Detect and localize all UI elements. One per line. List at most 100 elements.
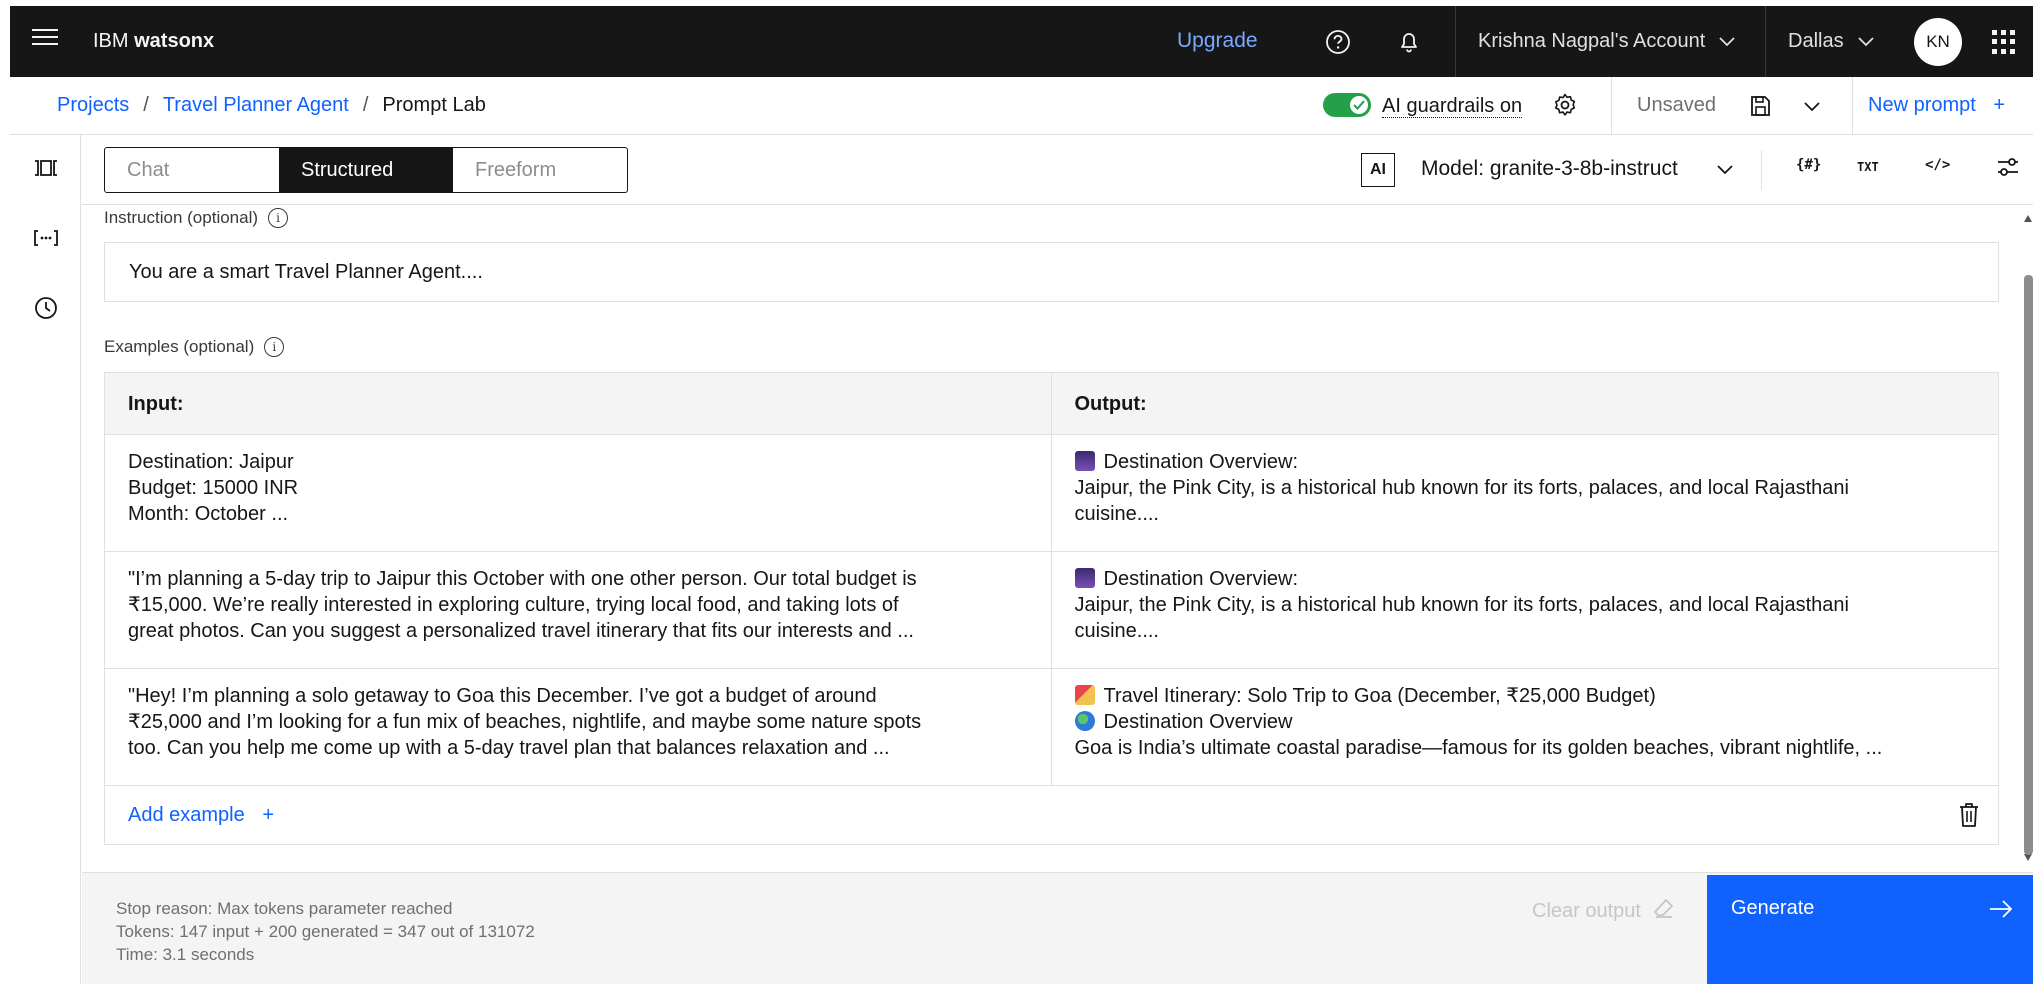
- chevron-down-icon: [1857, 30, 1874, 53]
- generate-label: Generate: [1731, 897, 1815, 919]
- plus-icon: +: [1993, 94, 2006, 116]
- output-line: Jaipur, the Pink City, is a historical h…: [1074, 477, 1849, 499]
- instruction-input[interactable]: You are a smart Travel Planner Agent....: [104, 242, 1999, 302]
- table-row: "Hey! I’m planning a solo getaway to Goa…: [105, 669, 1998, 786]
- text-format-icon[interactable]: TXT: [1857, 160, 1879, 174]
- breadcrumb-bar: Projects / Travel Planner Agent / Prompt…: [10, 77, 2033, 135]
- tab-structured[interactable]: Structured: [279, 148, 453, 192]
- model-chevron-down-icon[interactable]: [1715, 159, 1737, 181]
- example-output-cell[interactable]: Travel Itinerary: Solo Trip to Goa (Dece…: [1052, 669, 1999, 785]
- breadcrumb-separator: /: [143, 94, 149, 116]
- model-selector[interactable]: Model: granite-3-8b-instruct: [1421, 157, 1678, 181]
- output-line: cuisine....: [1074, 620, 1159, 642]
- model-parameters-sliders-icon[interactable]: [1996, 155, 2020, 183]
- breadcrumb-separator: /: [362, 94, 369, 116]
- checkmark-icon: [1350, 96, 1368, 114]
- region-switcher[interactable]: Dallas: [1765, 6, 1913, 77]
- instruction-label: Instruction (optional): [104, 208, 259, 227]
- app-switcher-grid-icon[interactable]: [1992, 30, 2016, 54]
- upgrade-link[interactable]: Upgrade: [1177, 29, 1258, 53]
- chevron-down-icon: [1719, 30, 1735, 53]
- input-column-header: Input:: [105, 373, 1052, 434]
- guardrails-settings-gear-icon[interactable]: [1551, 91, 1579, 119]
- instruction-label-row: Instruction (optional) i: [104, 208, 289, 228]
- mode-toolbar: Chat Structured Freeform AI Model: grani…: [82, 135, 2033, 205]
- save-options-chevron-icon[interactable]: [1802, 96, 1824, 118]
- brand-logo[interactable]: IBM watsonx: [93, 30, 214, 53]
- example-input-cell[interactable]: Destination: Jaipur Budget: 15000 INR Mo…: [105, 435, 1052, 551]
- output-line: Destination Overview: [1103, 711, 1293, 733]
- generation-stats: Stop reason: Max tokens parameter reache…: [116, 897, 535, 966]
- city-night-emoji-icon: [1074, 568, 1095, 588]
- ai-guardrails-toggle[interactable]: [1323, 93, 1371, 117]
- notification-bell-icon[interactable]: [1394, 27, 1424, 57]
- info-icon[interactable]: i: [268, 208, 289, 228]
- new-prompt-label: New prompt: [1868, 94, 1976, 116]
- output-column-header: Output:: [1074, 392, 1147, 415]
- table-row: "I’m planning a 5-day trip to Jaipur thi…: [105, 552, 1998, 669]
- generation-footer: Stop reason: Max tokens parameter reache…: [82, 872, 2033, 984]
- add-example-label: Add example: [128, 803, 245, 826]
- table-row: Destination: Jaipur Budget: 15000 INR Mo…: [105, 435, 1998, 552]
- example-input-cell[interactable]: "I’m planning a 5-day trip to Jaipur thi…: [105, 552, 1052, 668]
- input-line: ₹15,000. We’re really interested in expl…: [128, 594, 899, 616]
- input-line: "I’m planning a 5-day trip to Jaipur thi…: [128, 568, 917, 590]
- trash-icon[interactable]: [1958, 802, 1980, 828]
- generate-button[interactable]: Generate: [1707, 875, 2033, 984]
- brand-prefix: IBM: [93, 30, 129, 52]
- variables-brackets-icon[interactable]: [32, 224, 60, 252]
- city-night-emoji-icon: [1074, 451, 1095, 471]
- ai-guardrails-label[interactable]: AI guardrails on: [1382, 95, 1523, 118]
- examples-label-row: Examples (optional) i: [104, 337, 285, 357]
- save-status: Unsaved: [1637, 94, 1716, 116]
- breadcrumb-projects[interactable]: Projects: [57, 94, 129, 117]
- left-side-rail: [10, 135, 81, 984]
- output-line: Destination Overview:: [1103, 451, 1299, 473]
- example-input-cell[interactable]: "Hey! I’m planning a solo getaway to Goa…: [105, 669, 1052, 785]
- output-line: Goa is India’s ultimate coastal paradise…: [1074, 737, 1883, 759]
- input-line: too. Can you help me come up with a 5-da…: [128, 737, 890, 759]
- ai-badge: AI: [1361, 153, 1395, 187]
- globe-emoji-icon: [1074, 711, 1095, 731]
- add-example-button[interactable]: Add example +: [128, 804, 274, 827]
- example-output-cell[interactable]: Destination Overview: Jaipur, the Pink C…: [1052, 552, 1999, 668]
- avatar[interactable]: KN: [1914, 18, 1962, 66]
- breadcrumb-project[interactable]: Travel Planner Agent: [163, 94, 349, 117]
- toolbar-divider: [1761, 150, 1762, 190]
- tab-freeform[interactable]: Freeform: [453, 148, 627, 192]
- hamburger-menu-icon[interactable]: [32, 29, 58, 53]
- stop-reason: Stop reason: Max tokens parameter reache…: [116, 899, 453, 918]
- input-line: Month: October ...: [128, 503, 289, 525]
- top-navigation-bar: IBM watsonx Upgrade Krishna Nagpal's Acc…: [10, 6, 2033, 77]
- account-switcher[interactable]: Krishna Nagpal's Account: [1455, 6, 1775, 77]
- tab-chat[interactable]: Chat: [105, 148, 279, 192]
- save-icon[interactable]: [1748, 94, 1772, 118]
- info-icon[interactable]: i: [264, 337, 285, 357]
- save-controls: Unsaved: [1611, 77, 1853, 135]
- prompt-variables-carousel-icon[interactable]: [32, 154, 60, 182]
- clear-output-label: Clear output: [1532, 899, 1641, 922]
- scrollbar-thumb[interactable]: [2024, 275, 2033, 855]
- generation-time: Time: 3.1 seconds: [116, 945, 255, 964]
- input-line: ₹25,000 and I’m looking for a fun mix of…: [128, 711, 922, 733]
- beach-umbrella-emoji-icon: [1074, 685, 1095, 705]
- clear-output-button[interactable]: Clear output: [1532, 897, 1675, 925]
- examples-table: Input: Output: Destination: Jaipur Budge…: [104, 372, 1999, 845]
- prompt-mode-switcher: Chat Structured Freeform: [104, 147, 628, 193]
- history-clock-icon[interactable]: [32, 294, 60, 322]
- token-usage: Tokens: 147 input + 200 generated = 347 …: [116, 922, 535, 941]
- plus-icon: +: [262, 803, 274, 826]
- help-icon[interactable]: [1323, 27, 1353, 57]
- add-example-row: Add example +: [105, 786, 1998, 844]
- code-view-icon[interactable]: </>: [1925, 157, 1950, 173]
- example-output-cell[interactable]: Destination Overview: Jaipur, the Pink C…: [1052, 435, 1999, 551]
- examples-table-header: Input: Output:: [105, 373, 1998, 435]
- token-count-icon[interactable]: {#}: [1796, 157, 1821, 173]
- output-line: Travel Itinerary: Solo Trip to Goa (Dece…: [1103, 685, 1656, 707]
- input-line: Budget: 15000 INR: [128, 477, 299, 499]
- arrow-right-icon: [1989, 895, 2013, 926]
- new-prompt-button[interactable]: New prompt +: [1868, 94, 2005, 117]
- examples-label: Examples (optional): [104, 337, 255, 356]
- breadcrumb-current: Prompt Lab: [382, 94, 486, 116]
- breadcrumb: Projects / Travel Planner Agent / Prompt…: [57, 94, 486, 117]
